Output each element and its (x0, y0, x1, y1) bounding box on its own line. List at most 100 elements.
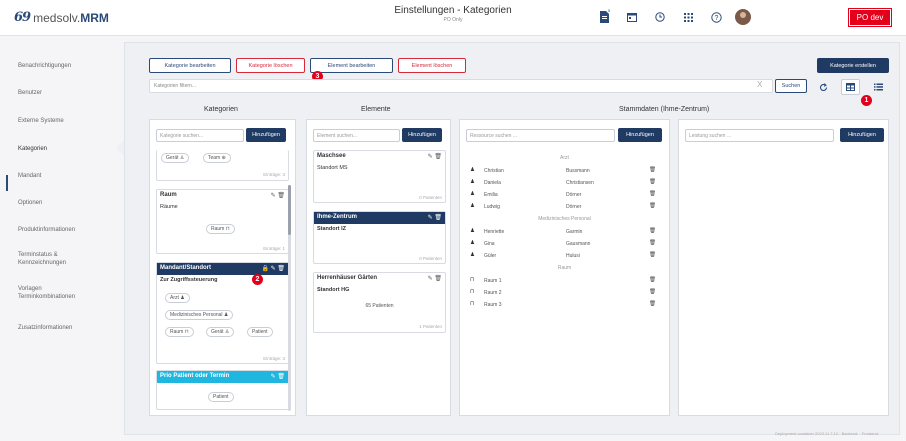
category-card-equipment[interactable]: Gerät ♙ Team ⊕ Einträge: 3 (156, 150, 289, 181)
delete-element-button[interactable]: Element löschen (398, 58, 466, 73)
category-card-prio[interactable]: Prio Patient oder Termin ✎ 🗑 Patient (156, 370, 289, 410)
toolbar: Kategorie bearbeiten Kategorie löschen E… (149, 58, 466, 73)
sidebar-item-mandant[interactable]: Mandant (18, 172, 41, 180)
page-subtitle: PO Only (443, 17, 463, 23)
trash-icon[interactable]: 🗑 (277, 266, 285, 272)
resource-row[interactable]: ♟ Güler Hulusi 🗑 (470, 251, 660, 261)
resource-row[interactable]: ♟ Henriette Garmin 🗑 (470, 227, 660, 237)
sidebar-item-terminstatus[interactable]: Terminstatus & Kennzeichnungen (18, 251, 66, 267)
sidebar-item-benutzer[interactable]: Benutzer (18, 89, 42, 97)
sidebar-item-optionen[interactable]: Optionen (18, 199, 42, 207)
refresh-icon[interactable] (814, 79, 833, 95)
trash-icon[interactable]: 🗑 (649, 277, 656, 283)
delete-category-button[interactable]: Kategorie löschen (236, 58, 305, 73)
trash-icon[interactable]: 🗑 (649, 167, 656, 173)
trash-icon[interactable]: 🗑 (277, 374, 285, 380)
user-avatar[interactable] (735, 9, 751, 25)
resource-row[interactable]: ⊓ Raum 1 🗑 (470, 276, 660, 286)
element-card-ihme-zentrum[interactable]: Ihme-Zentrum ✎ 🗑 Standort IZ 0 Patienten (313, 211, 446, 264)
trash-icon[interactable]: 🗑 (649, 252, 656, 258)
resource-row[interactable]: ♟ Ludwig Dörner 🗑 (470, 202, 660, 212)
category-card-raum[interactable]: Raum ✎ 🗑 Räume Raum ⊓ Einträge: 1 (156, 189, 289, 254)
patient-total: 65 Patienten (365, 303, 394, 309)
trash-icon[interactable]: 🗑 (649, 289, 656, 295)
header-icons: 5 ? (595, 8, 761, 26)
sidebar-item-benachrichtigungen[interactable]: Benachrichtigungen (18, 62, 71, 70)
edit-icon[interactable]: ✎ (428, 276, 433, 282)
trash-icon[interactable]: 🗑 (277, 193, 285, 199)
trash-icon[interactable]: 🗑 (649, 301, 656, 307)
trash-icon[interactable]: 🗑 (649, 228, 656, 234)
scroll-thumb[interactable] (288, 185, 291, 235)
category-card-mandant-standort[interactable]: Mandant/Standort 🔒 ✎ 🗑 Zur Zugriffssteue… (156, 262, 289, 364)
add-resource-button[interactable]: Hinzufügen (618, 128, 662, 142)
first-name: Christian (484, 168, 504, 174)
element-search-input[interactable]: Element suchen... (313, 129, 400, 142)
edit-category-button[interactable]: Kategorie bearbeiten (149, 58, 231, 73)
edit-element-button[interactable]: Element bearbeiten (310, 58, 393, 73)
trash-icon[interactable]: 🗑 (649, 179, 656, 185)
category-filter-input[interactable]: Kategorien filtern... (149, 79, 773, 93)
sidebar-item-zusatzinformationen[interactable]: Zusatzinformationen (18, 324, 72, 332)
resource-row[interactable]: ♟ Gina Gausmann 🗑 (470, 239, 660, 249)
sidebar-item-externe-systeme[interactable]: Externe Systeme (18, 117, 64, 125)
card-actions: ✎ 🗑 (428, 153, 442, 160)
element-card-herrenhaeuser-gaerten[interactable]: Herrenhäuser Gärten ✎ 🗑 Standort HG 65 P… (313, 272, 446, 333)
edit-icon[interactable]: ✎ (271, 266, 276, 272)
chip-patient[interactable]: Patient (247, 327, 273, 337)
app-logo[interactable]: 69 medsolv.MRM (14, 10, 109, 25)
sidebar-item-kategorien[interactable]: Kategorien (18, 145, 47, 153)
chip-geraet[interactable]: Gerät ♙ (206, 327, 235, 337)
chip-arzt[interactable]: Arzt ♟ (165, 293, 190, 303)
trash-icon[interactable]: 🗑 (649, 191, 656, 197)
chip-raum[interactable]: Raum ⊓ (165, 327, 194, 337)
clear-filter-icon[interactable]: X (757, 80, 762, 89)
last-name: Dörner (566, 204, 582, 210)
edit-icon[interactable]: ✎ (271, 193, 276, 199)
category-search-input[interactable]: Kategorie suchen... (156, 129, 244, 142)
trash-icon[interactable]: 🗑 (434, 276, 442, 282)
trash-icon[interactable]: 🗑 (434, 215, 442, 221)
resource-row[interactable]: ♟ Emilia Dörner 🗑 (470, 190, 660, 200)
trash-icon[interactable]: 🗑 (434, 154, 442, 160)
sidebar-item-produktinformationen[interactable]: Produktinformationen (18, 226, 75, 234)
search-button[interactable]: Suchen (775, 79, 807, 93)
sidebar-item-vorlagen[interactable]: Vorlagen Terminkombinationen (18, 285, 75, 301)
categories-scrollbar[interactable] (288, 185, 291, 411)
resource-row[interactable]: ♟ Daniela Christiansen 🗑 (470, 178, 660, 188)
chip-patient[interactable]: Patient (208, 392, 234, 402)
element-card-maschsee[interactable]: Maschsee ✎ 🗑 Standort MS 0 Patienten (313, 150, 446, 203)
chip-medizinisches-personal[interactable]: Medizinisches Personal ♟ (165, 310, 234, 320)
edit-icon[interactable]: ✎ (428, 215, 433, 221)
entry-count: Einträge: 1 (263, 246, 285, 251)
deployment-footer: Deployment container 2023.11.7.12 · Back… (775, 431, 879, 436)
entry-count: Einträge: 3 (263, 356, 285, 361)
calendar-icon[interactable] (623, 8, 641, 26)
create-category-button[interactable]: Kategorie erstellen (817, 58, 889, 73)
chip-raum[interactable]: Raum ⊓ (206, 224, 235, 234)
resource-search-input[interactable]: Ressource suchen ... (466, 129, 615, 142)
resource-row[interactable]: ⊓ Raum 3 🗑 (470, 300, 660, 310)
edit-icon[interactable]: ✎ (428, 154, 433, 160)
trash-icon[interactable]: 🗑 (649, 240, 656, 246)
list-view-icon[interactable] (869, 79, 888, 95)
environment-badge[interactable]: PO dev (848, 8, 892, 27)
resource-row[interactable]: ⊓ Raum 2 🗑 (470, 288, 660, 298)
chip-team[interactable]: Team ⊕ (203, 153, 231, 163)
elements-panel: Element suchen... Hinzufügen Maschsee ✎ … (306, 119, 451, 416)
trash-icon[interactable]: 🗑 (649, 203, 656, 209)
person-icon: ♟ (470, 228, 475, 234)
service-search-input[interactable]: Leistung suchen ... (685, 129, 834, 142)
clock-icon[interactable] (651, 8, 669, 26)
add-element-button[interactable]: Hinzufügen (402, 128, 442, 142)
chip-geraet[interactable]: Gerät ♙ (161, 153, 190, 163)
edit-icon[interactable]: ✎ (271, 374, 276, 380)
add-service-button[interactable]: Hinzufügen (840, 128, 884, 142)
help-icon[interactable]: ? (707, 8, 725, 26)
resource-row[interactable]: ♟ Christian Bussmann 🗑 (470, 166, 660, 176)
document-icon[interactable]: 5 (595, 8, 613, 26)
patient-count: 0 Patienten (419, 256, 442, 261)
table-view-icon[interactable] (841, 79, 860, 95)
grid-icon[interactable] (679, 8, 697, 26)
add-category-button[interactable]: Hinzufügen (246, 128, 286, 142)
